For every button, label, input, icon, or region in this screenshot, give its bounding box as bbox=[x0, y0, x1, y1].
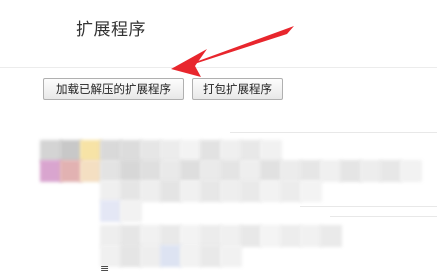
pixel-block bbox=[120, 160, 142, 182]
pixel-block bbox=[140, 245, 162, 267]
load-unpacked-button[interactable]: 加载已解压的扩展程序 bbox=[43, 78, 184, 100]
pixel-block bbox=[260, 180, 282, 202]
blur-divider bbox=[230, 132, 437, 133]
pixel-block bbox=[400, 160, 422, 182]
pixel-block bbox=[300, 225, 322, 247]
pixel-block bbox=[100, 160, 122, 182]
pixel-block bbox=[300, 180, 322, 202]
partial-text: ≡ bbox=[100, 262, 110, 275]
pixel-block bbox=[60, 140, 82, 162]
pixel-block bbox=[100, 225, 122, 247]
pixel-block bbox=[220, 140, 242, 162]
header-divider bbox=[0, 67, 437, 68]
pack-extension-button[interactable]: 打包扩展程序 bbox=[192, 78, 283, 100]
pixel-block bbox=[120, 225, 142, 247]
pixel-block bbox=[280, 225, 302, 247]
pixel-block bbox=[100, 200, 122, 222]
blur-divider bbox=[300, 206, 437, 207]
pixel-block bbox=[220, 180, 242, 202]
page-title: 扩展程序 bbox=[76, 20, 146, 40]
pixel-block bbox=[220, 160, 242, 182]
pixel-block bbox=[240, 140, 262, 162]
pixel-block bbox=[80, 160, 102, 182]
pixel-block bbox=[200, 140, 222, 162]
blur-divider bbox=[330, 216, 437, 217]
pixel-block bbox=[160, 160, 182, 182]
pixel-block bbox=[360, 160, 382, 182]
pixel-block bbox=[60, 160, 82, 182]
pixel-block bbox=[200, 245, 222, 267]
pixel-block bbox=[80, 140, 102, 162]
pixel-block bbox=[220, 225, 242, 247]
pixel-block bbox=[260, 140, 282, 162]
pixel-block bbox=[160, 225, 182, 247]
pixel-block bbox=[180, 140, 202, 162]
pixel-block bbox=[280, 180, 302, 202]
pixel-block bbox=[180, 225, 202, 247]
pixel-block bbox=[40, 140, 62, 162]
pixel-block bbox=[280, 160, 302, 182]
pixel-block bbox=[180, 245, 202, 267]
pixel-block bbox=[200, 160, 222, 182]
pixel-block bbox=[40, 160, 62, 182]
pixel-block bbox=[240, 180, 262, 202]
arrow-head bbox=[171, 49, 207, 77]
pixel-block bbox=[120, 245, 142, 267]
pixel-block bbox=[220, 245, 242, 267]
pixel-block bbox=[260, 225, 282, 247]
pixel-block bbox=[180, 180, 202, 202]
pixel-block bbox=[320, 160, 342, 182]
pixel-block bbox=[240, 225, 262, 247]
pixel-block bbox=[100, 140, 122, 162]
pixel-block bbox=[100, 180, 122, 202]
pixelated-extensions-list bbox=[0, 115, 437, 280]
pixel-block bbox=[200, 225, 222, 247]
pixel-block bbox=[320, 225, 342, 247]
pixel-block bbox=[140, 225, 162, 247]
pixel-block bbox=[340, 160, 362, 182]
pixel-block bbox=[120, 140, 142, 162]
pixel-block bbox=[160, 180, 182, 202]
pixel-block bbox=[120, 200, 142, 222]
pixel-block bbox=[200, 180, 222, 202]
pixel-block bbox=[140, 140, 162, 162]
pixel-block bbox=[380, 160, 402, 182]
pixel-block bbox=[260, 160, 282, 182]
pixel-block bbox=[140, 160, 162, 182]
pixel-block bbox=[160, 245, 182, 267]
arrow-shaft bbox=[188, 26, 294, 66]
pixel-block bbox=[140, 180, 162, 202]
pixel-block bbox=[120, 180, 142, 202]
pixel-block bbox=[300, 160, 322, 182]
pixel-block bbox=[180, 160, 202, 182]
pixel-block bbox=[160, 140, 182, 162]
pixel-block bbox=[240, 160, 262, 182]
